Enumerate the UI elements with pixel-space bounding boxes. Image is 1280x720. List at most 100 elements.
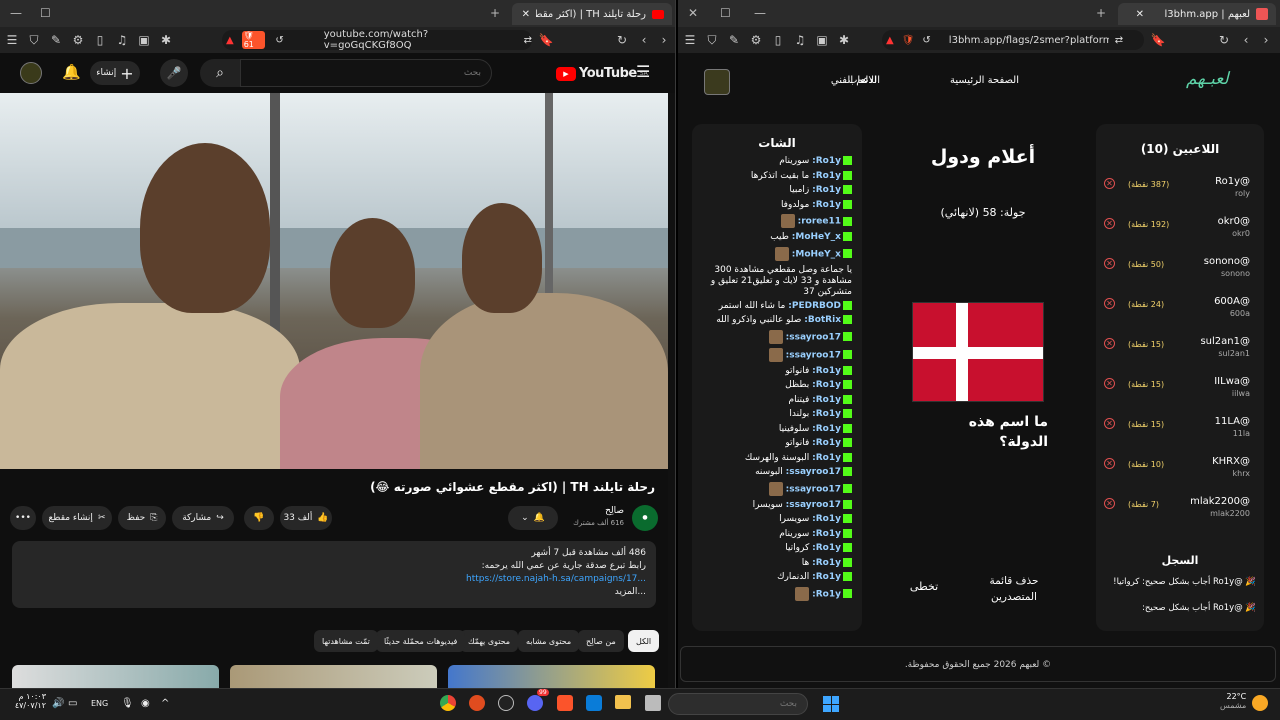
puzzle-icon[interactable]: ✱ [836, 33, 852, 47]
chat-username[interactable]: Ro1y: [812, 171, 841, 181]
screenshot-icon[interactable]: ▣ [814, 33, 830, 47]
video-player[interactable] [0, 93, 668, 469]
bookmark-icon[interactable]: 🔖 [538, 33, 554, 47]
like-button[interactable]: 33 ألف 👍 [280, 506, 332, 530]
chrome-icon[interactable] [440, 695, 456, 711]
brave-shield-icon[interactable]: 🛡 [902, 35, 915, 46]
clip-button[interactable]: إنشاء مقطع ✂ [42, 506, 112, 530]
reload-alt-icon[interactable]: ↺ [922, 35, 930, 46]
chat-username[interactable]: Ro1y: [812, 453, 841, 463]
reload-alt-icon[interactable]: ↺ [275, 35, 283, 46]
chat-username[interactable]: roree11: [798, 217, 841, 227]
skip-button[interactable]: تخطى [904, 580, 944, 593]
chip-all[interactable]: الكل [628, 630, 660, 652]
search-input[interactable] [240, 59, 492, 87]
voice-search-button[interactable]: 🎤 [160, 59, 188, 87]
remove-player-icon[interactable]: ✕ [1104, 418, 1115, 429]
subscribe-button[interactable]: ⌄ 🔔 [508, 506, 558, 530]
channel-avatar[interactable]: ● [632, 505, 658, 531]
chip-watched[interactable]: تمّت مشاهدتها [314, 630, 378, 652]
puzzle-icon[interactable]: ✱ [158, 33, 174, 47]
clock[interactable]: ١٠:٠٣ م ٤٧/٠٧/١٢ [10, 692, 46, 710]
video-description[interactable]: 486 ألف مشاهدة قبل 7 أشهر رابط تبرع صدقة… [12, 541, 656, 608]
chat-username[interactable]: Ro1y: [812, 366, 841, 376]
sidebar-icon[interactable]: ▯ [92, 33, 108, 47]
chat-username[interactable]: Ro1y: [812, 438, 841, 448]
chip-for-you[interactable]: محتوى يهمّك [460, 630, 519, 652]
reader-icon[interactable]: ⇄ [1115, 35, 1123, 46]
remove-player-icon[interactable]: ✕ [1104, 258, 1115, 269]
show-more-link[interactable]: ...المزيد [22, 586, 646, 599]
remove-player-icon[interactable]: ✕ [1104, 498, 1115, 509]
more-actions-button[interactable]: ••• [10, 506, 36, 530]
extension-icon[interactable]: ✎ [48, 33, 64, 47]
search-button[interactable]: ⌕ [200, 59, 240, 87]
maximize-icon[interactable]: ☐ [40, 6, 51, 20]
chat-username[interactable]: Ro1y: [812, 185, 841, 195]
hamburger-menu-icon[interactable]: ☰ [636, 62, 650, 81]
settings-icon[interactable]: ⚙ [748, 33, 764, 47]
mic-icon[interactable]: 🎙 [121, 698, 134, 709]
menu-icon[interactable]: ☰ [682, 33, 698, 47]
channel-name[interactable]: صالِح [605, 506, 624, 516]
remove-player-icon[interactable]: ✕ [1104, 298, 1115, 309]
chip-from-channel[interactable]: من صالِح [578, 630, 624, 652]
chat-username[interactable]: ssayroo17: [786, 350, 841, 360]
site-logo[interactable]: لعبـهم [1186, 69, 1229, 89]
back-icon[interactable]: ‹ [1238, 33, 1254, 47]
minimize-icon[interactable]: — [10, 6, 22, 20]
tab-l3bhm[interactable]: لعبهم | l3bhm.app ✕ [1118, 3, 1276, 25]
back-icon[interactable]: ‹ [636, 33, 652, 47]
remove-player-icon[interactable]: ✕ [1104, 458, 1115, 469]
chat-username[interactable]: ssayroo17: [786, 500, 841, 510]
chat-username[interactable]: ssayroo17: [786, 332, 841, 342]
network-icon[interactable]: ▭ [68, 698, 77, 709]
user-avatar[interactable] [704, 69, 730, 95]
notifications-icon[interactable]: 🔔 [62, 63, 81, 81]
forward-icon[interactable]: › [656, 33, 672, 47]
chat-username[interactable]: Ro1y: [812, 543, 841, 553]
chat-username[interactable]: MoHeY_x: [792, 232, 841, 242]
address-bar[interactable]: ▲ 🛡61 ↺ youtube.com/watch?v=goGqCKGf8OQ … [222, 29, 532, 51]
extension-icon[interactable]: ✎ [726, 33, 742, 47]
weather-widget[interactable]: 22°C مشمس [1220, 692, 1246, 710]
address-bar[interactable]: ▲ 🛡 ↺ l3bhm.app/flags/2smer?platform=kic… [882, 30, 1144, 50]
chip-recently-uploaded[interactable]: فيديوهات محمّلة حديثًا [376, 630, 466, 652]
app-tray-icon[interactable]: ◉ [141, 698, 150, 709]
bookmark-icon[interactable]: 🔖 [1150, 33, 1166, 47]
close-window-icon[interactable]: ✕ [688, 6, 698, 20]
video-thumbnail[interactable] [448, 665, 655, 688]
chat-username[interactable]: Ro1y: [812, 514, 841, 524]
tab-youtube[interactable]: رحلة تايلند TH | (اكثر مقطع عشوائ ✕ [512, 3, 672, 25]
brave-shield-icon[interactable]: 🛡61 [241, 31, 266, 49]
discord-icon[interactable]: 99 [527, 689, 549, 711]
chat-username[interactable]: ssayroo17: [786, 484, 841, 494]
video-thumbnail[interactable] [230, 665, 437, 688]
shield-icon[interactable]: ⛉ [26, 33, 42, 48]
share-button[interactable]: مشاركة ↪ [172, 506, 234, 530]
app-icon[interactable] [469, 695, 485, 711]
chat-username[interactable]: Ro1y: [812, 589, 841, 599]
remove-player-icon[interactable]: ✕ [1104, 218, 1115, 229]
chip-related[interactable]: محتوى مشابه [518, 630, 580, 652]
language-indicator[interactable]: ENG [91, 699, 108, 708]
scrollbar[interactable] [668, 93, 675, 688]
chat-username[interactable]: Ro1y: [812, 424, 841, 434]
nav-games[interactable]: الالعاب [848, 75, 877, 86]
clear-leaderboard-button[interactable]: حذف قائمة المتصدرين [974, 573, 1054, 605]
create-button[interactable]: إنشاء + [90, 61, 140, 85]
chat-username[interactable]: PEDRBOD: [788, 301, 841, 311]
chat-username[interactable]: Ro1y: [812, 529, 841, 539]
shield-icon[interactable]: ⛉ [704, 33, 720, 48]
chat-username[interactable]: MoHeY_x: [792, 249, 841, 259]
video-thumbnail[interactable] [12, 665, 219, 688]
chat-username[interactable]: Ro1y: [812, 156, 841, 166]
remove-player-icon[interactable]: ✕ [1104, 178, 1115, 189]
app-icon[interactable] [645, 695, 661, 711]
forward-icon[interactable]: › [1258, 33, 1274, 47]
file-explorer-icon[interactable] [615, 695, 631, 709]
chevron-up-icon[interactable]: ^ [161, 698, 169, 709]
avatar[interactable] [20, 62, 42, 84]
new-tab-icon[interactable]: + [1096, 6, 1106, 20]
steam-icon[interactable] [498, 695, 514, 711]
